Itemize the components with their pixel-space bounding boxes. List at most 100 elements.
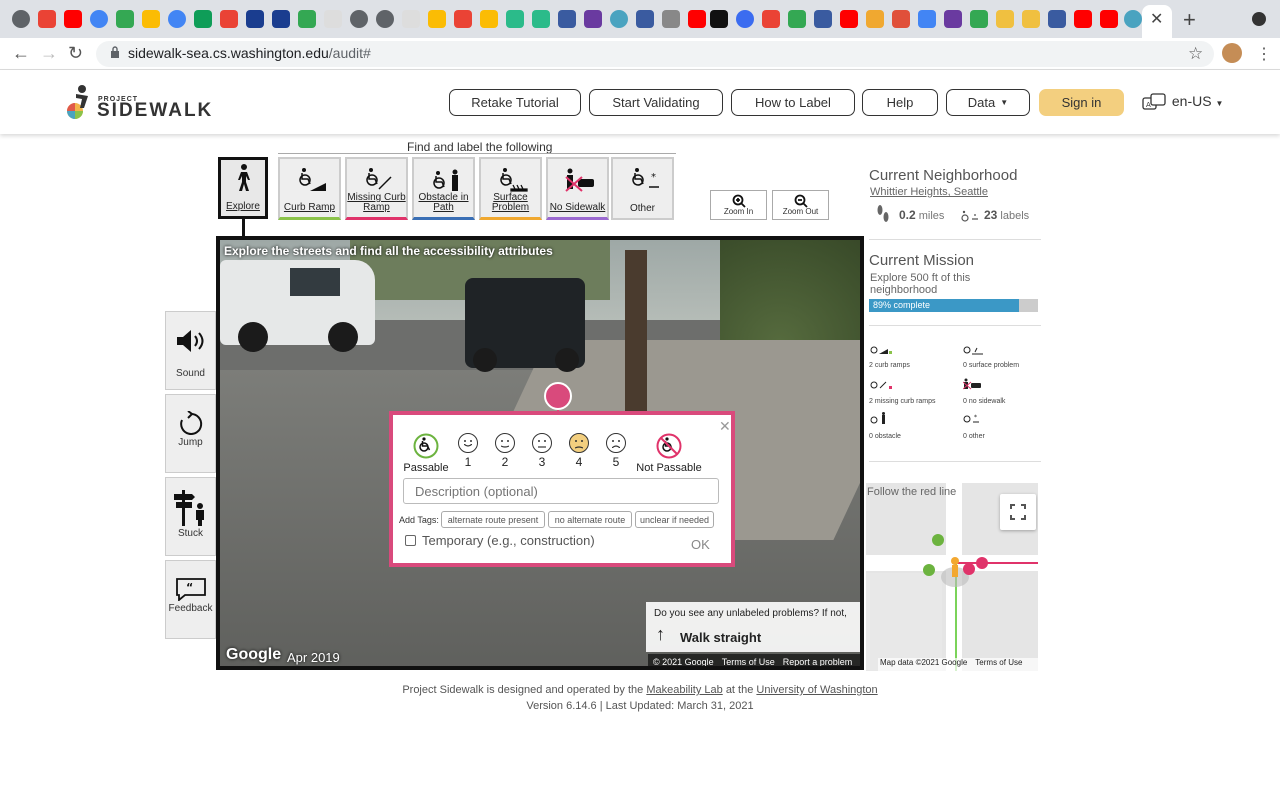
description-input[interactable] (403, 478, 719, 504)
tab-favicon[interactable] (38, 10, 56, 28)
tab-favicon[interactable] (246, 10, 264, 28)
tab-favicon[interactable] (64, 10, 82, 28)
tag-no-alternate-route[interactable]: no alternate route (548, 511, 632, 528)
tab-favicon[interactable] (116, 10, 134, 28)
other-stat-icon: * (963, 414, 979, 423)
help-button[interactable]: Help (862, 89, 938, 116)
tab-favicon[interactable] (710, 10, 728, 28)
tag-alternate-route-present[interactable]: alternate route present (441, 511, 545, 528)
tab-favicon[interactable] (350, 10, 368, 28)
tab-favicon[interactable] (402, 10, 420, 28)
feedback-button[interactable]: “ Feedback (165, 560, 216, 639)
tab-favicon[interactable] (866, 10, 884, 28)
tag-unclear-if-needed[interactable]: unclear if needed (635, 511, 714, 528)
tab-favicon[interactable] (532, 10, 550, 28)
tab-favicon[interactable] (454, 10, 472, 28)
tab-favicon[interactable] (892, 10, 910, 28)
reload-icon[interactable]: ↻ (68, 43, 83, 64)
minimap-terms-link[interactable]: Terms of Use (975, 658, 1022, 671)
tab-favicon[interactable] (814, 10, 832, 28)
tab-favicon[interactable] (168, 10, 186, 28)
tab-favicon[interactable] (1100, 10, 1118, 28)
zoom-in-icon (732, 194, 746, 208)
tab-favicon[interactable] (584, 10, 602, 28)
tab-favicon[interactable] (558, 10, 576, 28)
temporary-checkbox[interactable]: Temporary (e.g., construction) (405, 533, 595, 548)
severity-3[interactable]: 3 (531, 433, 553, 469)
tab-favicon[interactable] (90, 10, 108, 28)
tab-favicon[interactable] (480, 10, 498, 28)
tab-favicon[interactable] (1124, 10, 1142, 28)
other-tool-button[interactable]: * Other (611, 157, 674, 220)
close-tab-icon[interactable]: ✕ (1150, 9, 1163, 29)
missing-curb-ramp-tool-button[interactable]: Missing Curb Ramp (345, 157, 408, 220)
minimap[interactable]: Follow the red line Map data ©2021 Googl… (866, 483, 1038, 671)
jump-button[interactable]: Jump (165, 394, 216, 473)
surface-problem-tool-button[interactable]: Surface Problem (479, 157, 542, 220)
tab-favicon[interactable] (12, 10, 30, 28)
no-sidewalk-tool-button[interactable]: No Sidewalk (546, 157, 609, 220)
close-icon[interactable]: ✕ (719, 418, 731, 435)
stuck-button[interactable]: Stuck (165, 477, 216, 556)
tab-favicon[interactable] (428, 10, 446, 28)
tab-favicon[interactable] (788, 10, 806, 28)
severity-5[interactable]: 5 (605, 433, 627, 469)
tab-favicon[interactable] (376, 10, 394, 28)
explore-mode-button[interactable]: Explore (218, 157, 268, 219)
severity-4-selected[interactable]: 4 (568, 433, 590, 469)
tab-favicon[interactable] (1074, 10, 1092, 28)
tab-favicon[interactable] (298, 10, 316, 28)
tab-favicon[interactable] (610, 10, 628, 28)
curb-ramp-tool-button[interactable]: Curb Ramp (278, 157, 341, 220)
tab-favicon[interactable] (220, 10, 238, 28)
forward-icon[interactable]: → (40, 43, 58, 64)
missing-curb-ramp-marker-icon[interactable] (544, 382, 572, 410)
obstacle-tool-button[interactable]: Obstacle in Path (412, 157, 475, 220)
checkbox-icon[interactable] (405, 535, 416, 546)
zoom-in-button[interactable]: Zoom In (710, 190, 767, 220)
neighborhood-link[interactable]: Whittier Heights, Seattle (870, 186, 988, 198)
sign-in-button[interactable]: Sign in (1039, 89, 1124, 116)
retake-tutorial-button[interactable]: Retake Tutorial (449, 89, 581, 116)
tab-favicon[interactable] (918, 10, 936, 28)
tab-favicon[interactable] (736, 10, 754, 28)
tab-favicon[interactable] (636, 10, 654, 28)
bookmark-star-icon[interactable]: ☆ (1188, 44, 1203, 64)
zoom-out-button[interactable]: Zoom Out (772, 190, 829, 220)
tab-favicon[interactable] (324, 10, 342, 28)
fullscreen-button[interactable] (1000, 494, 1036, 530)
tab-favicon[interactable] (688, 10, 706, 28)
language-selector[interactable]: A en-US ▼ (1142, 93, 1223, 111)
back-icon[interactable]: ← (12, 43, 30, 64)
how-to-label-button[interactable]: How to Label (731, 89, 855, 116)
tab-favicon[interactable] (944, 10, 962, 28)
severity-not-passable[interactable]: Not Passable (633, 433, 705, 474)
sound-button[interactable]: Sound (165, 311, 216, 390)
ok-button[interactable]: OK (691, 537, 710, 552)
profile-avatar[interactable] (1222, 43, 1242, 63)
tab-favicon[interactable] (1022, 10, 1040, 28)
data-dropdown-button[interactable]: Data ▼ (946, 89, 1030, 116)
tab-favicon[interactable] (506, 10, 524, 28)
tab-search-icon[interactable] (1252, 12, 1266, 26)
start-validating-button[interactable]: Start Validating (589, 89, 723, 116)
new-tab-icon[interactable]: + (1183, 7, 1196, 33)
tab-favicon[interactable] (142, 10, 160, 28)
severity-1[interactable]: 1 (457, 433, 479, 469)
tab-favicon[interactable] (970, 10, 988, 28)
tab-favicon[interactable] (272, 10, 290, 28)
tab-favicon[interactable] (840, 10, 858, 28)
report-problem-link[interactable]: Report a problem (783, 657, 853, 666)
tab-favicon[interactable] (662, 10, 680, 28)
url-text[interactable]: sidewalk-sea.cs.washington.edu/audit# (128, 45, 371, 61)
severity-2[interactable]: 2 (494, 433, 516, 469)
tab-favicon[interactable] (1048, 10, 1066, 28)
browser-menu-icon[interactable]: ⋮ (1256, 44, 1272, 64)
uw-link[interactable]: University of Washington (756, 684, 877, 696)
tab-favicon[interactable] (762, 10, 780, 28)
terms-of-use-link[interactable]: Terms of Use (722, 657, 775, 666)
makeability-lab-link[interactable]: Makeability Lab (646, 684, 722, 696)
severity-passable[interactable]: Passable (401, 433, 451, 474)
tab-favicon[interactable] (194, 10, 212, 28)
tab-favicon[interactable] (996, 10, 1014, 28)
